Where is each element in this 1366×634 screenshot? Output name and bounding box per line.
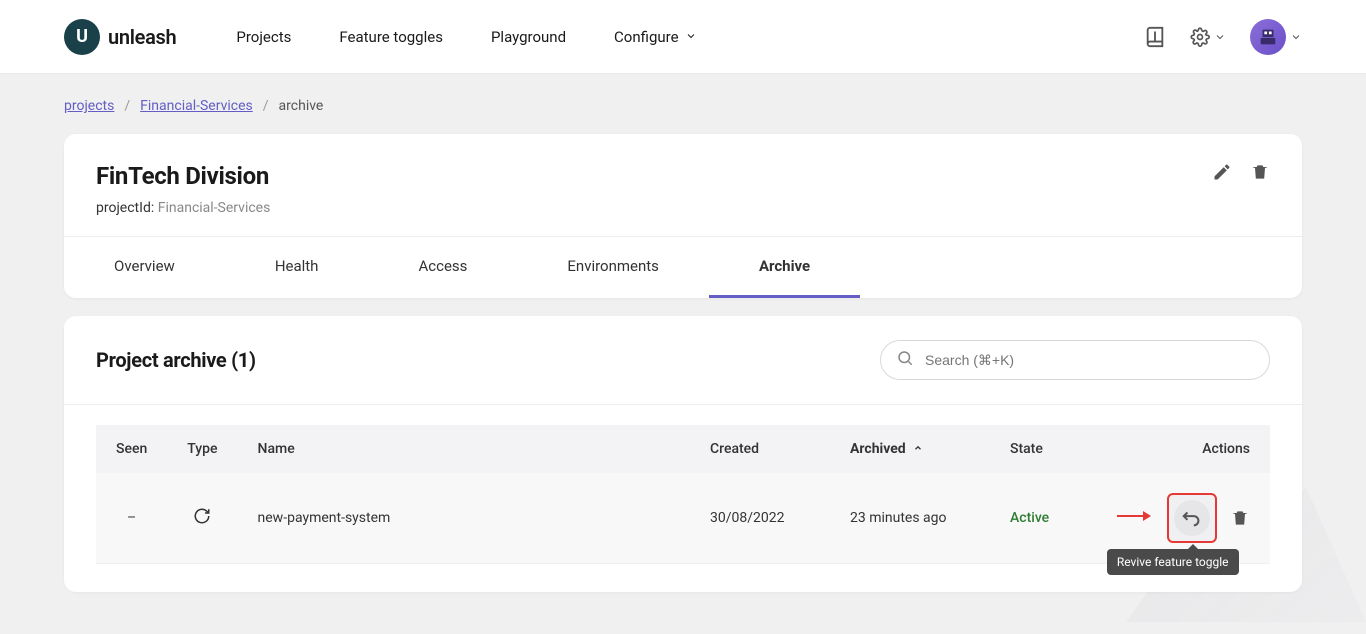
tab-environments[interactable]: Environments <box>517 237 709 298</box>
trash-icon <box>1230 508 1250 528</box>
sort-asc-icon <box>913 441 923 457</box>
delete-project-button[interactable] <box>1250 162 1270 186</box>
undo-icon <box>1181 507 1203 529</box>
cell-state: Active <box>990 473 1090 564</box>
trash-icon <box>1250 162 1270 182</box>
logo-text: unleash <box>108 25 176 49</box>
search-icon <box>896 349 914 371</box>
archive-table: Seen Type Name Created Archived State Ac… <box>96 425 1270 564</box>
col-type[interactable]: Type <box>167 425 237 473</box>
cell-type <box>167 473 237 564</box>
settings-menu[interactable] <box>1190 27 1226 47</box>
nav-feature-toggles[interactable]: Feature toggles <box>339 28 443 46</box>
user-menu[interactable] <box>1250 19 1302 55</box>
tab-overview[interactable]: Overview <box>64 237 225 298</box>
col-seen[interactable]: Seen <box>96 425 167 473</box>
col-archived[interactable]: Archived <box>830 425 990 473</box>
docs-button[interactable] <box>1144 26 1166 48</box>
project-id-value: Financial-Services <box>158 200 271 216</box>
cell-name[interactable]: new-payment-system <box>238 473 690 564</box>
archive-title: Project archive (1) <box>96 348 256 372</box>
nav-playground[interactable]: Playground <box>491 28 566 46</box>
logo[interactable]: U unleash <box>64 19 176 55</box>
avatar <box>1250 19 1286 55</box>
search-input[interactable] <box>880 340 1270 380</box>
project-id-row: projectId: Financial-Services <box>96 200 270 216</box>
breadcrumb-current: archive <box>279 98 324 114</box>
chevron-down-icon <box>685 28 697 46</box>
content: projects / Financial-Services / archive … <box>0 74 1366 634</box>
search-box <box>880 340 1270 380</box>
project-tabs: Overview Health Access Environments Arch… <box>64 236 1302 298</box>
nav-projects[interactable]: Projects <box>236 28 291 46</box>
project-header: FinTech Division projectId: Financial-Se… <box>64 134 1302 236</box>
table-wrap: Seen Type Name Created Archived State Ac… <box>64 405 1302 592</box>
annotation-arrow-icon <box>1117 510 1151 526</box>
col-name[interactable]: Name <box>238 425 690 473</box>
breadcrumb-separator: / <box>124 98 130 114</box>
breadcrumb: projects / Financial-Services / archive <box>64 98 1302 114</box>
chevron-down-icon <box>1214 31 1226 43</box>
main-nav: Projects Feature toggles Playground Conf… <box>236 28 696 46</box>
table-row: – new-payment-system 30/08/2022 23 minut… <box>96 473 1270 564</box>
cell-actions: Revive feature toggle <box>1090 473 1270 564</box>
topbar-right <box>1144 19 1302 55</box>
cell-created: 30/08/2022 <box>690 473 830 564</box>
topbar: U unleash Projects Feature toggles Playg… <box>0 0 1366 74</box>
revive-toggle-button[interactable]: Revive feature toggle <box>1167 493 1217 543</box>
nav-configure[interactable]: Configure <box>614 28 697 46</box>
cell-archived: 23 minutes ago <box>830 473 990 564</box>
breadcrumb-project-link[interactable]: Financial-Services <box>140 98 253 114</box>
state-badge: Active <box>1010 510 1049 526</box>
tab-archive[interactable]: Archive <box>709 237 860 298</box>
project-actions <box>1212 162 1270 186</box>
breadcrumb-separator: / <box>263 98 269 114</box>
project-title: FinTech Division <box>96 162 270 190</box>
delete-toggle-button[interactable] <box>1230 508 1250 528</box>
col-created[interactable]: Created <box>690 425 830 473</box>
col-actions: Actions <box>1090 425 1270 473</box>
logo-badge: U <box>64 19 100 55</box>
tab-access[interactable]: Access <box>368 237 517 298</box>
gear-icon <box>1190 27 1210 47</box>
chevron-down-icon <box>1290 31 1302 43</box>
breadcrumb-projects[interactable]: projects <box>64 98 114 114</box>
tooltip-revive: Revive feature toggle <box>1107 549 1239 575</box>
cell-seen: – <box>96 473 167 564</box>
release-type-icon <box>193 513 211 529</box>
archive-header: Project archive (1) <box>64 316 1302 405</box>
tab-health[interactable]: Health <box>225 237 369 298</box>
archive-panel: Project archive (1) Seen Type Name Creat… <box>64 316 1302 592</box>
table-header-row: Seen Type Name Created Archived State Ac… <box>96 425 1270 473</box>
pencil-icon <box>1212 162 1232 182</box>
logo-badge-letter: U <box>76 26 88 47</box>
col-state[interactable]: State <box>990 425 1090 473</box>
edit-project-button[interactable] <box>1212 162 1232 186</box>
project-id-label: projectId: <box>96 200 154 216</box>
project-panel: FinTech Division projectId: Financial-Se… <box>64 134 1302 298</box>
